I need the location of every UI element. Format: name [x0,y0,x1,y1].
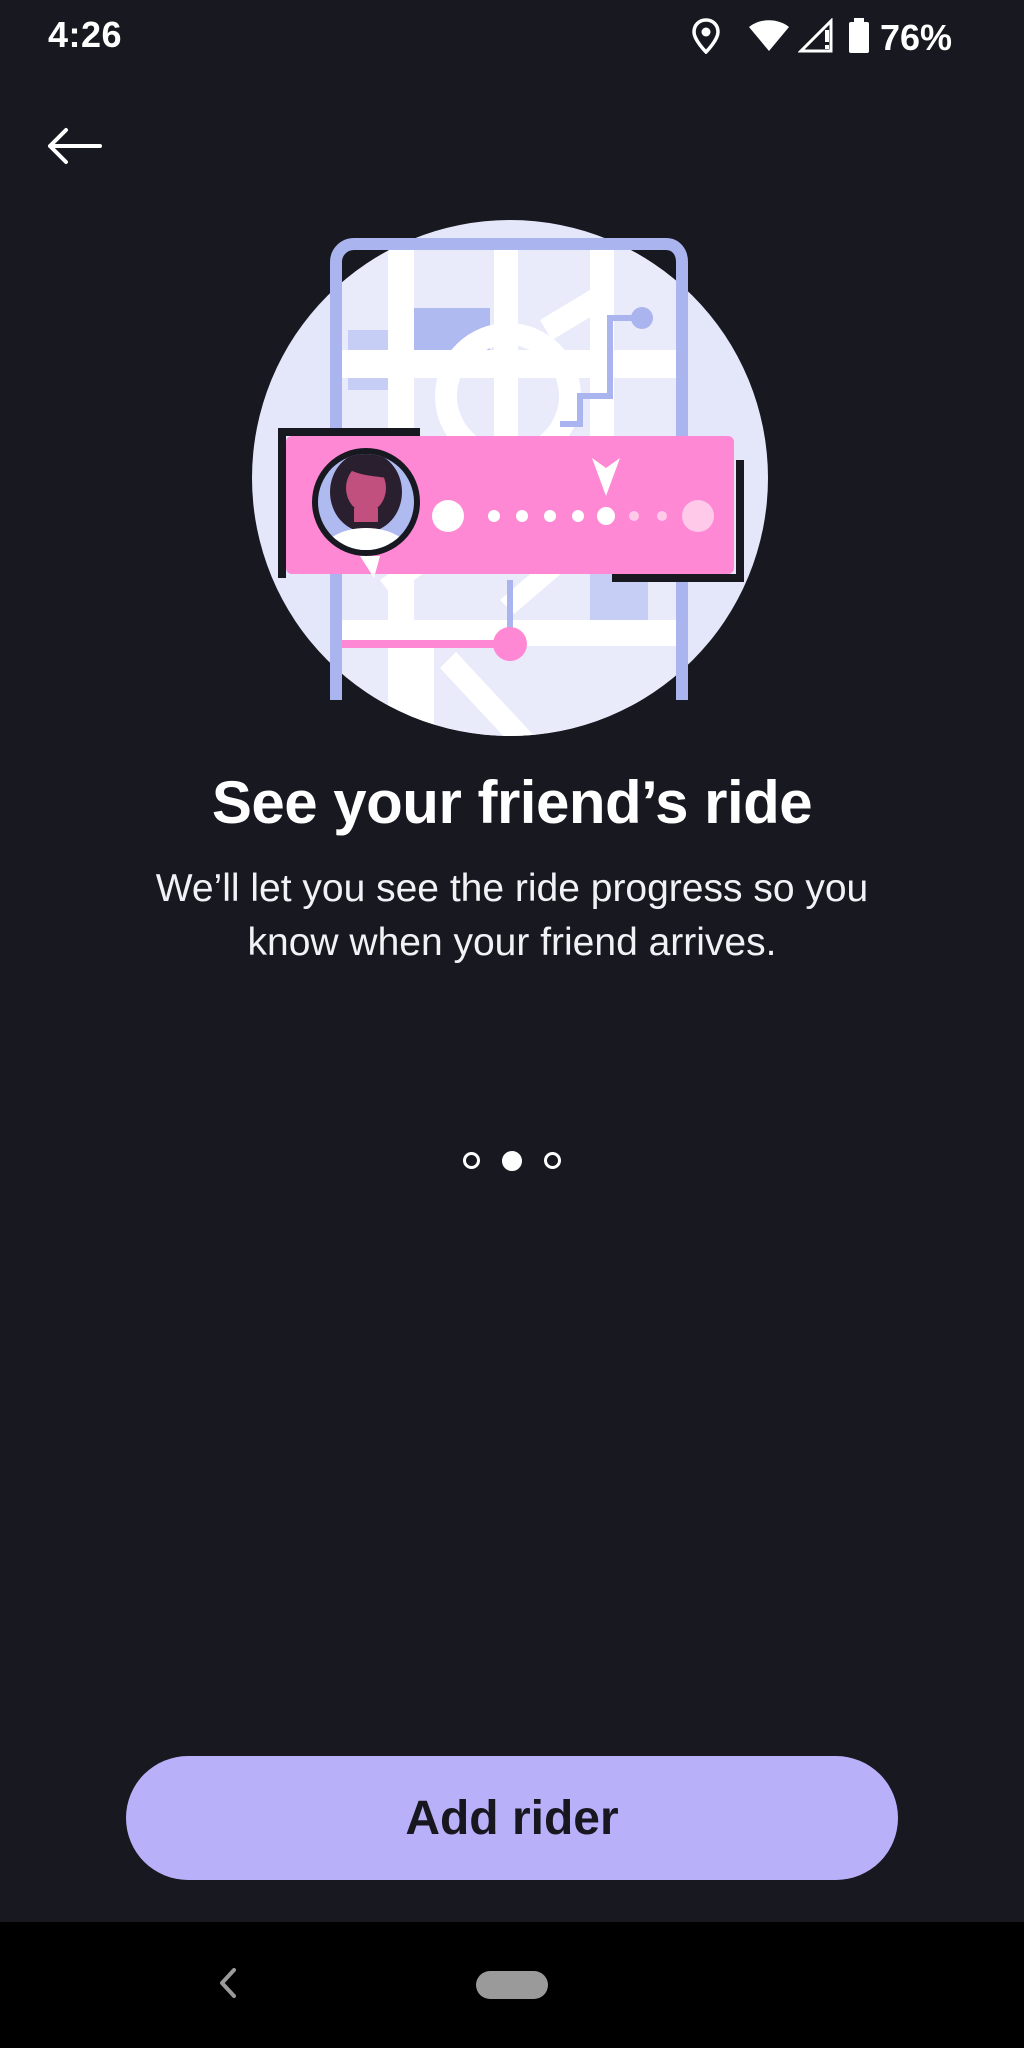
wifi-icon [748,19,790,58]
chevron-left-icon [218,1967,238,2004]
page-dot-1 [463,1152,480,1169]
page-dot-2-active [502,1150,522,1171]
battery-percent: 76% [879,17,952,58]
arrow-left-icon [46,126,102,171]
battery-icon [848,17,870,59]
status-time: 4:26 [48,14,123,55]
nav-back-button[interactable] [208,1960,248,2010]
add-rider-button[interactable]: Add rider [126,1756,898,1880]
map-friend-ride-illustration [240,200,780,780]
system-nav-bar [0,1922,1024,2048]
page-indicator [0,1150,1024,1171]
home-pill[interactable] [476,1971,548,1999]
page-dot-3 [544,1152,561,1169]
back-button[interactable] [36,110,112,186]
page-subtitle: We’ll let you see the ride progress so y… [155,867,869,964]
cell-signal-icon [797,16,834,59]
location-icon [692,17,720,59]
status-bar: 4:26 76% [0,0,1024,76]
status-icons: 76% [692,14,952,62]
page-title: See your friend’s ride [211,769,813,836]
